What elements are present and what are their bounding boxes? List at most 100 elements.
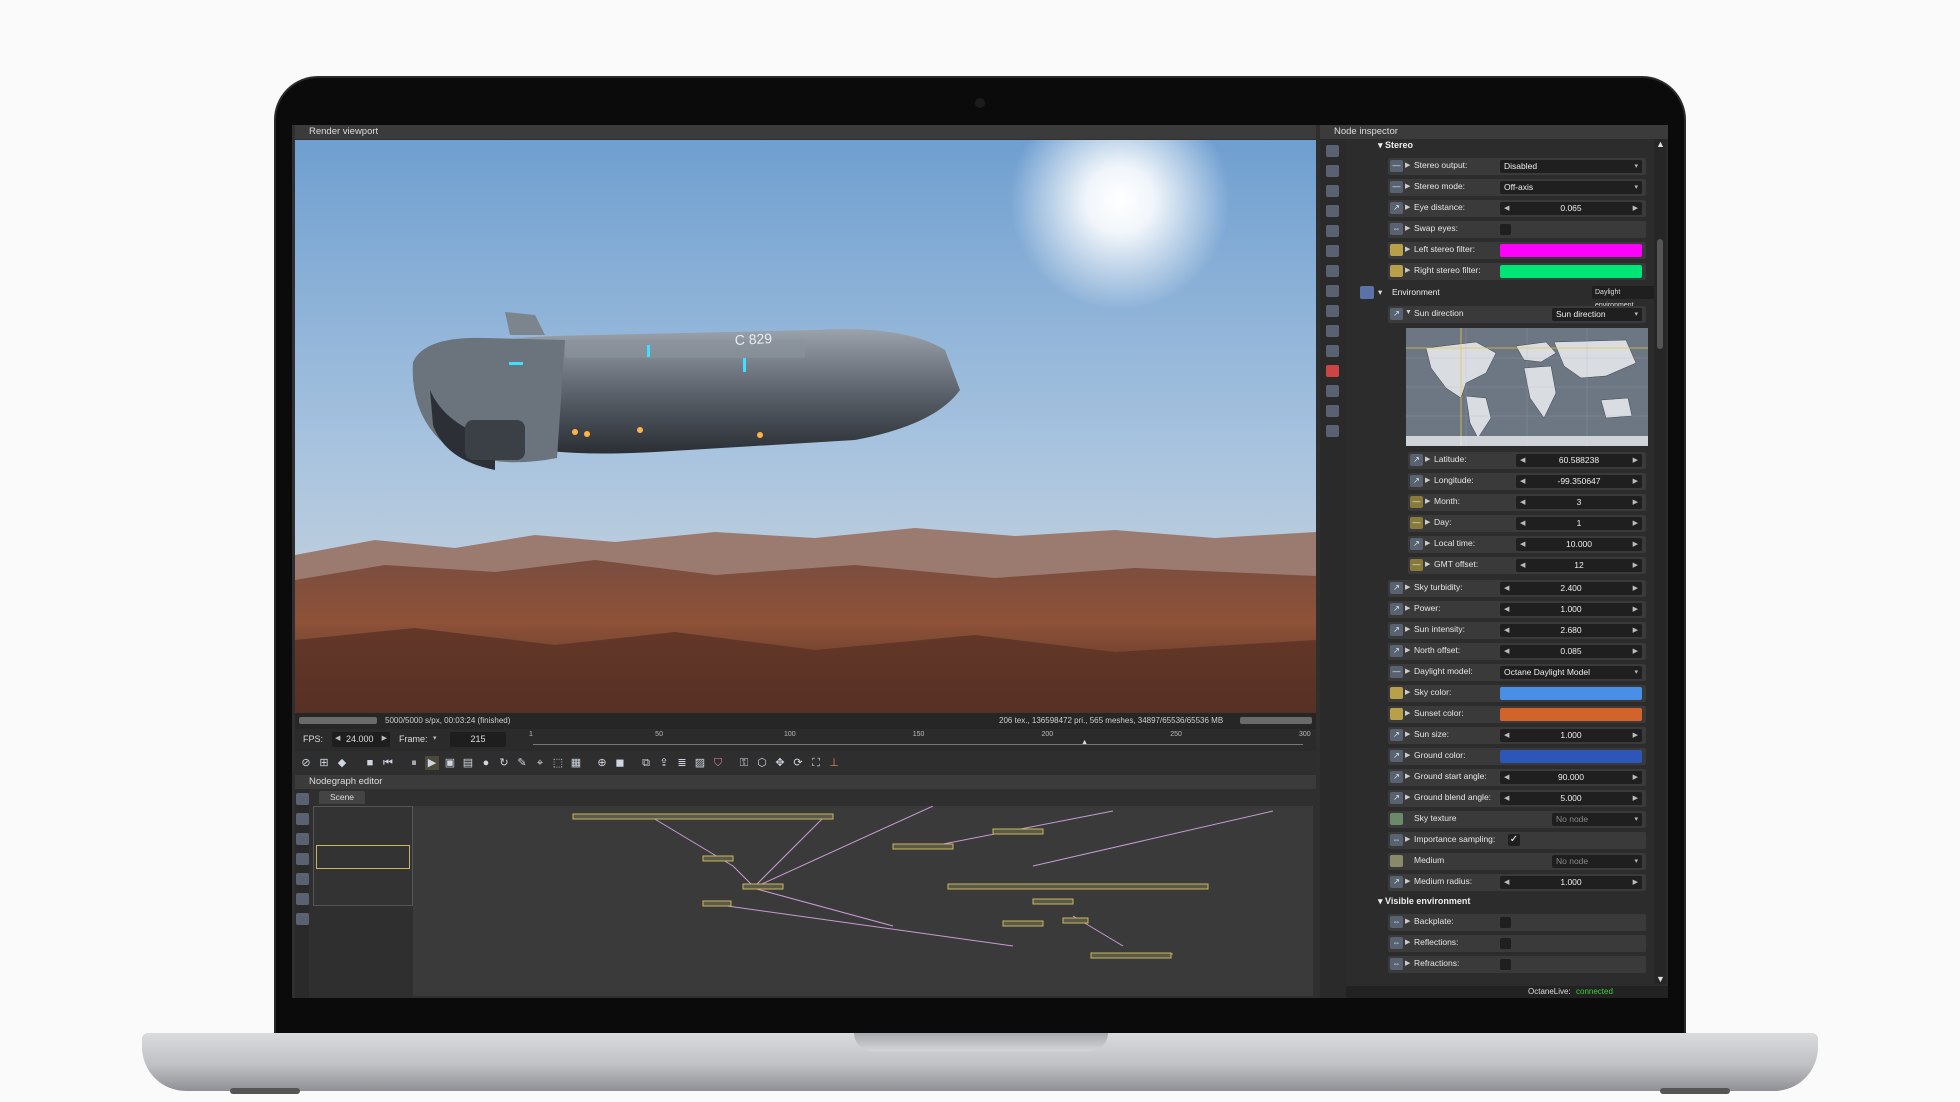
- environment-section-header[interactable]: ▾ Environment Daylight environment: [1360, 285, 1660, 309]
- grid-icon[interactable]: ⊞: [317, 756, 331, 770]
- expand-icon[interactable]: ▶: [1405, 877, 1410, 885]
- expand-icon[interactable]: ▶: [1425, 560, 1430, 568]
- zoom-icon[interactable]: ⊕: [595, 756, 609, 770]
- nodegraph-minimap[interactable]: [313, 806, 413, 906]
- swap-eyes-checkbox[interactable]: [1500, 224, 1511, 235]
- expand-icon[interactable]: ▶: [1425, 497, 1430, 505]
- tool-icon[interactable]: ✎: [515, 756, 529, 770]
- inspector-tool-icon[interactable]: [1326, 305, 1339, 317]
- inspector-tool-icon[interactable]: [1326, 265, 1339, 277]
- sky-color-swatch[interactable]: [1500, 687, 1642, 700]
- inspector-tool-icon[interactable]: [1326, 405, 1339, 417]
- export-icon[interactable]: ⇪: [657, 756, 671, 770]
- expand-icon[interactable]: ▶: [1405, 266, 1410, 274]
- viewport-icon[interactable]: ▣: [443, 756, 457, 770]
- left-stereo-filter-swatch[interactable]: [1500, 244, 1642, 257]
- fit-icon[interactable]: ⛶: [809, 756, 823, 770]
- north-offset-field[interactable]: ◀ 0.085 ▶: [1500, 645, 1642, 658]
- expand-icon[interactable]: ▶: [1405, 793, 1410, 801]
- sphere-icon[interactable]: ●: [479, 756, 493, 770]
- pause-icon[interactable]: ⏸: [407, 756, 421, 770]
- render-viewport[interactable]: C 829: [295, 140, 1316, 716]
- medium-dropdown[interactable]: No node ▾: [1552, 855, 1642, 868]
- month-field[interactable]: ◀ 3 ▶: [1516, 496, 1642, 509]
- medium-radius-field[interactable]: ◀ 1.000 ▶: [1500, 876, 1642, 889]
- inspector-tool-icon[interactable]: [1326, 145, 1339, 157]
- expand-icon[interactable]: ▶: [1405, 604, 1410, 612]
- refresh-icon[interactable]: ↻: [497, 756, 511, 770]
- importance-sampling-checkbox[interactable]: ✓: [1508, 834, 1520, 846]
- fps-increment-icon[interactable]: ▶: [382, 734, 387, 742]
- expand-icon[interactable]: ▶: [1405, 203, 1410, 211]
- expand-icon[interactable]: ▶: [1405, 751, 1410, 759]
- visible-environment-section-header[interactable]: ▾ Visible environment: [1378, 896, 1470, 907]
- stereo-section-header[interactable]: ▾ Stereo: [1378, 140, 1413, 151]
- sunset-color-swatch[interactable]: [1500, 708, 1642, 721]
- environment-type-dropdown[interactable]: Daylight environment: [1592, 286, 1658, 309]
- backplate-checkbox[interactable]: [1500, 917, 1511, 928]
- expand-icon[interactable]: ▶: [1405, 245, 1410, 253]
- expand-icon[interactable]: ▶: [1425, 518, 1430, 526]
- expand-icon[interactable]: ▶: [1405, 667, 1410, 675]
- node-tool-icon[interactable]: [296, 833, 309, 845]
- expand-icon[interactable]: ▶: [1405, 709, 1410, 717]
- expand-icon[interactable]: ▶: [1405, 917, 1410, 925]
- scroll-up-icon[interactable]: ▲: [1656, 139, 1665, 149]
- ground-blend-angle-field[interactable]: ◀ 5.000 ▶: [1500, 792, 1642, 805]
- image-icon[interactable]: ▨: [693, 756, 707, 770]
- expand-icon[interactable]: ▶: [1405, 224, 1410, 232]
- expand-icon[interactable]: ▶: [1405, 625, 1410, 633]
- power-field[interactable]: ◀ 1.000 ▶: [1500, 603, 1642, 616]
- expand-icon[interactable]: ▶: [1405, 161, 1410, 169]
- expand-icon[interactable]: ▶: [1405, 938, 1410, 946]
- inspector-tool-icon[interactable]: [1326, 205, 1339, 217]
- sun-direction-world-map[interactable]: [1406, 328, 1648, 446]
- cube-icon[interactable]: ⬡: [755, 756, 769, 770]
- axis-icon[interactable]: ⊥: [827, 756, 841, 770]
- refractions-checkbox[interactable]: [1500, 959, 1511, 970]
- node-tool-icon[interactable]: [296, 893, 309, 905]
- layers-icon[interactable]: ≣: [675, 756, 689, 770]
- sun-intensity-field[interactable]: ◀ 2.680 ▶: [1500, 624, 1642, 637]
- inspector-tool-icon[interactable]: [1326, 165, 1339, 177]
- stereo-output-dropdown[interactable]: Disabled ▾: [1500, 160, 1642, 173]
- node-tool-icon[interactable]: [296, 853, 309, 865]
- frame-field[interactable]: 215: [450, 732, 506, 747]
- reflections-checkbox[interactable]: [1500, 938, 1511, 949]
- node-tool-icon[interactable]: [296, 793, 309, 805]
- node-tool-icon[interactable]: [296, 913, 309, 925]
- daylight-model-dropdown[interactable]: Octane Daylight Model ▾: [1500, 666, 1642, 679]
- inspector-tool-icon[interactable]: [1326, 285, 1339, 297]
- latitude-field[interactable]: ◀ 60.588238 ▶: [1516, 454, 1642, 467]
- inspector-tool-icon[interactable]: [1326, 225, 1339, 237]
- inspector-tool-icon[interactable]: [1326, 385, 1339, 397]
- collapse-icon[interactable]: ▼: [1405, 309, 1412, 316]
- rotate-icon[interactable]: ⟳: [791, 756, 805, 770]
- expand-icon[interactable]: ▶: [1425, 476, 1430, 484]
- sun-size-field[interactable]: ◀ 1.000 ▶: [1500, 729, 1642, 742]
- film-icon[interactable]: ▦: [569, 756, 583, 770]
- local-time-field[interactable]: ◀ 10.000 ▶: [1516, 538, 1642, 551]
- sky-turbidity-field[interactable]: ◀ 2.400 ▶: [1500, 582, 1642, 595]
- inspector-tool-icon[interactable]: [1326, 185, 1339, 197]
- timeline-track[interactable]: 1 50 100 150 200 250 300 ▲: [529, 731, 1311, 749]
- play-icon[interactable]: ▶: [425, 756, 439, 770]
- inspector-scrollbar[interactable]: ▲ ▼: [1654, 139, 1666, 984]
- expand-icon[interactable]: ▶: [1405, 182, 1410, 190]
- tab-scene[interactable]: Scene: [319, 791, 365, 804]
- expand-icon[interactable]: ▶: [1425, 539, 1430, 547]
- stop-icon[interactable]: ■: [363, 756, 377, 770]
- expand-icon[interactable]: ▶: [1405, 835, 1410, 843]
- inspector-tool-icon[interactable]: [1326, 325, 1339, 337]
- expand-icon[interactable]: ▶: [1405, 646, 1410, 654]
- inspector-tool-icon[interactable]: [1326, 425, 1339, 437]
- square-icon[interactable]: ◼: [613, 756, 627, 770]
- scrollbar-thumb[interactable]: [1657, 239, 1663, 349]
- sky-texture-dropdown[interactable]: No node ▾: [1552, 813, 1642, 826]
- expand-icon[interactable]: ▶: [1405, 772, 1410, 780]
- expand-icon[interactable]: ▶: [1405, 959, 1410, 967]
- histogram-icon[interactable]: ▤: [461, 756, 475, 770]
- nodes-icon[interactable]: ⧉: [639, 756, 653, 770]
- inspector-tool-icon[interactable]: [1326, 365, 1339, 377]
- frame-dropdown-icon[interactable]: ▾: [433, 734, 437, 742]
